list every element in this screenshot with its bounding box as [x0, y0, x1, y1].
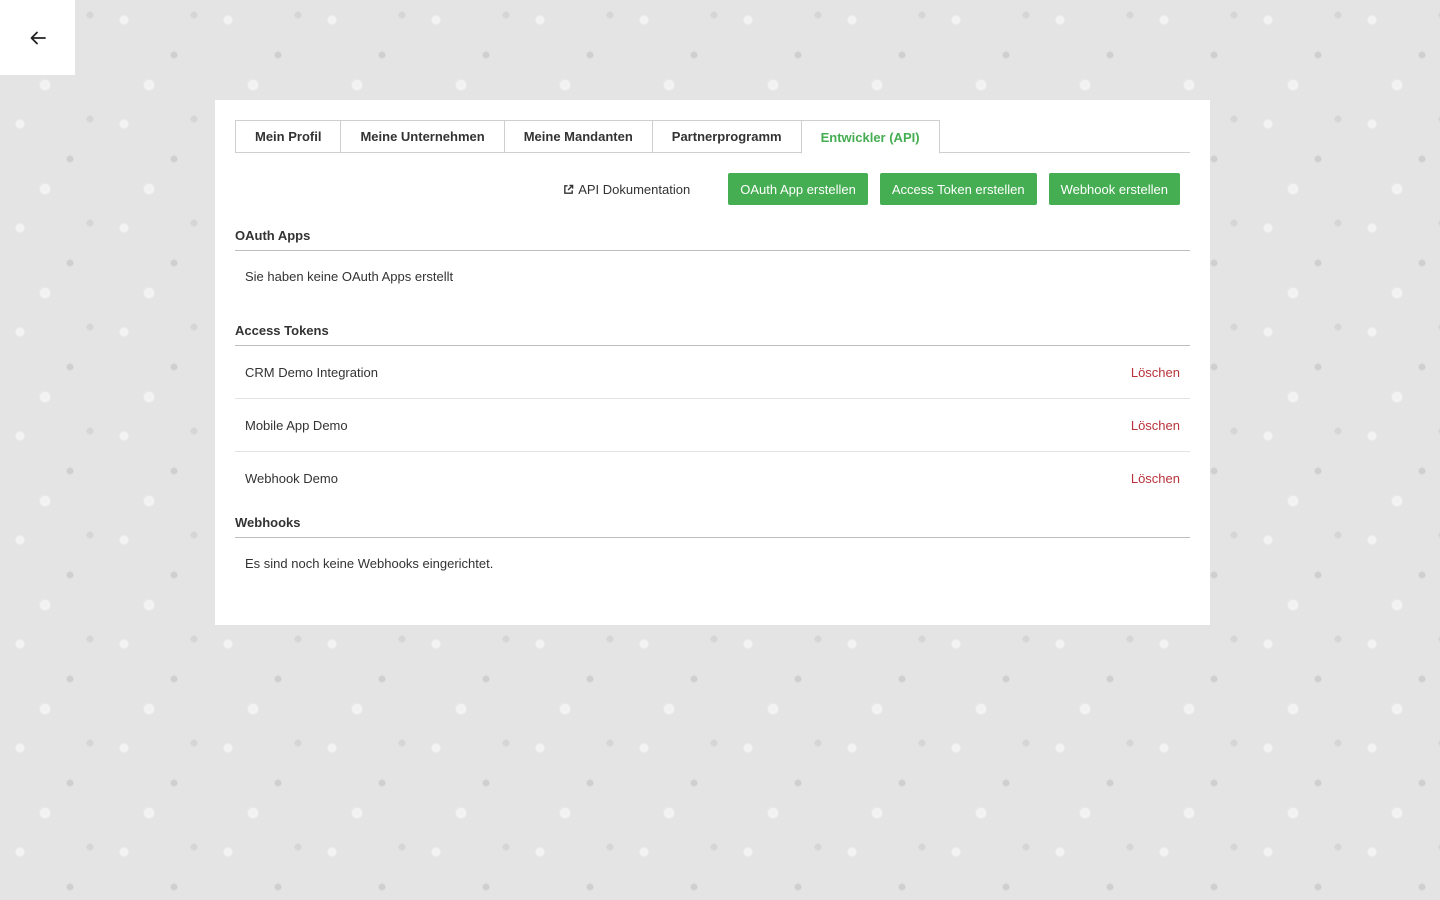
tab-meine-unternehmen[interactable]: Meine Unternehmen	[340, 120, 504, 153]
oauth-apps-heading: OAuth Apps	[235, 228, 1190, 251]
webhooks-empty-text: Es sind noch keine Webhooks eingerichtet…	[245, 556, 494, 571]
tab-bar: Mein Profil Meine Unternehmen Meine Mand…	[235, 120, 1190, 154]
token-name: Webhook Demo	[245, 471, 338, 486]
tab-meine-mandanten[interactable]: Meine Mandanten	[503, 120, 652, 153]
create-webhook-button[interactable]: Webhook erstellen	[1048, 173, 1180, 205]
create-oauth-app-button[interactable]: OAuth App erstellen	[728, 173, 868, 205]
tab-partnerprogramm[interactable]: Partnerprogramm	[651, 120, 801, 153]
api-documentation-link[interactable]: API Dokumentation	[563, 182, 690, 197]
list-item: Webhook Demo Löschen	[235, 452, 1190, 505]
delete-token-button[interactable]: Löschen	[1131, 418, 1180, 433]
settings-card: Mein Profil Meine Unternehmen Meine Mand…	[215, 100, 1210, 625]
toolbar: API Dokumentation OAuth App erstellen Ac…	[235, 173, 1190, 205]
delete-token-button[interactable]: Löschen	[1131, 471, 1180, 486]
list-item: CRM Demo Integration Löschen	[235, 346, 1190, 399]
create-access-token-button[interactable]: Access Token erstellen	[879, 173, 1037, 205]
oauth-apps-empty-text: Sie haben keine OAuth Apps erstellt	[245, 269, 454, 284]
tab-mein-profil[interactable]: Mein Profil	[235, 120, 341, 153]
token-name: Mobile App Demo	[245, 417, 348, 433]
access-token-list: CRM Demo Integration Löschen Mobile App …	[235, 346, 1190, 505]
arrow-left-icon	[30, 31, 46, 44]
access-tokens-heading: Access Tokens	[235, 323, 1190, 346]
external-link-icon	[564, 184, 574, 194]
delete-token-button[interactable]: Löschen	[1131, 365, 1180, 380]
back-button[interactable]	[0, 0, 75, 75]
tab-entwickler-api[interactable]: Entwickler (API)	[800, 120, 940, 154]
list-item: Mobile App Demo Löschen	[235, 399, 1190, 452]
webhooks-heading: Webhooks	[235, 515, 1190, 538]
token-name: CRM Demo Integration	[245, 364, 378, 380]
api-documentation-label: API Dokumentation	[578, 181, 691, 197]
